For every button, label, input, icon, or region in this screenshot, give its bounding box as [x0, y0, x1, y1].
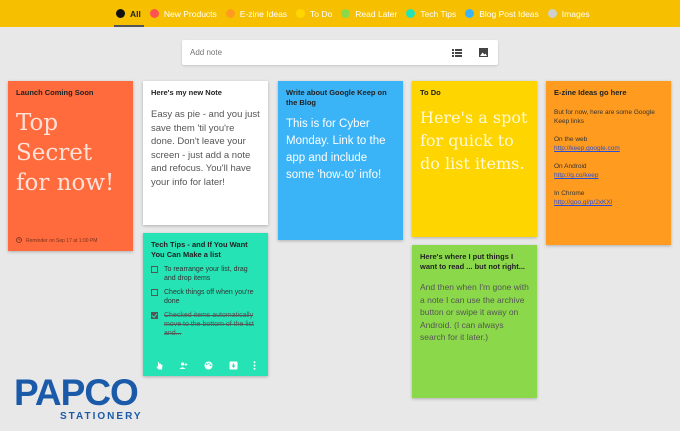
label-chip-tech-tips[interactable]: Tech Tips — [406, 9, 456, 19]
dot-icon — [465, 9, 475, 18]
add-note-input[interactable] — [190, 48, 446, 57]
dot-icon — [547, 9, 557, 18]
note-toolbar — [143, 356, 268, 376]
note-to-do[interactable]: To Do Here's a spot for quick to do list… — [412, 81, 537, 237]
note-read-later[interactable]: Here's where I put things I want to read… — [412, 245, 537, 398]
note-title: Tech Tips - and If You Want You Can Make… — [151, 240, 248, 259]
image-icon[interactable] — [472, 42, 494, 64]
note-title: To Do — [420, 88, 441, 97]
web-link[interactable]: http://keep.google.com — [554, 144, 663, 153]
clock-icon — [16, 237, 22, 245]
checklist-item: Check things off when you're done — [151, 288, 260, 306]
note-body: And then when I'm gone with a note I can… — [420, 282, 529, 342]
chrome-link[interactable]: http://goo.gl/p/2xKXl — [554, 198, 663, 207]
logo-subtitle: STATIONERY — [60, 411, 143, 422]
note-title: E-zine Ideas go here — [554, 88, 627, 97]
web-label: On the web — [554, 136, 588, 143]
reminder: Reminder on Sep 17 at 1:00 PM — [16, 237, 97, 245]
checklist-item: To rearrange your list, drag and drop it… — [151, 265, 260, 283]
list-icon[interactable] — [446, 42, 468, 64]
logo-word: PAPCO — [14, 372, 139, 413]
note-body: This is for Cyber Monday. Link to the ap… — [286, 118, 386, 181]
note-body: Top Secret for now! — [16, 110, 115, 196]
archive-icon[interactable] — [229, 357, 238, 375]
dot-icon — [341, 9, 351, 18]
dot-icon — [149, 9, 159, 18]
label-chip-read-later[interactable]: Read Later — [341, 9, 397, 19]
more-icon[interactable] — [253, 357, 256, 375]
checkbox[interactable] — [151, 289, 158, 296]
note-body: Easy as pie - and you just save them 'ti… — [151, 109, 260, 188]
note-launch-coming-soon[interactable]: Launch Coming Soon Top Secret for now! R… — [8, 81, 133, 251]
label-chip-ezine-ideas[interactable]: E-zine Ideas — [225, 9, 287, 19]
dot-icon — [225, 9, 235, 18]
checkbox[interactable] — [151, 266, 158, 273]
dot-icon — [406, 9, 416, 18]
android-label: On Android — [554, 163, 587, 170]
active-tab-indicator — [114, 25, 144, 27]
dot-icon — [296, 9, 306, 18]
note-ezine-ideas[interactable]: E-zine Ideas go here But for now, here a… — [546, 81, 671, 245]
note-title: Write about Google Keep on the Blog — [286, 88, 387, 107]
note-new-note[interactable]: Here's my new Note Easy as pie - and you… — [143, 81, 268, 225]
note-google-keep-blog[interactable]: Write about Google Keep on the Blog This… — [278, 81, 403, 240]
label-chip-to-do[interactable]: To Do — [296, 9, 332, 19]
label-chip-images[interactable]: Images — [547, 9, 590, 19]
label-chip-blog-post-ideas[interactable]: Blog Post Ideas — [465, 9, 539, 19]
label-chip-all[interactable]: All — [116, 9, 141, 19]
note-tech-tips[interactable]: Tech Tips - and If You Want You Can Make… — [143, 233, 268, 376]
chrome-label: In Chrome — [554, 190, 585, 197]
add-note-bar — [182, 40, 498, 65]
note-intro: But for now, here are some Google Keep l… — [554, 109, 655, 125]
note-title: Launch Coming Soon — [16, 88, 94, 97]
reminder-hand-icon[interactable] — [155, 357, 164, 375]
collaborator-icon[interactable] — [179, 357, 188, 375]
checkbox-checked[interactable] — [151, 312, 158, 319]
palette-icon[interactable] — [204, 357, 213, 375]
note-title: Here's where I put things I want to read… — [420, 252, 525, 271]
papco-logo: PAPCO STATIONERY — [14, 374, 156, 422]
note-body: Here's a spot for quick to do list items… — [420, 108, 528, 173]
dot-icon — [116, 9, 125, 18]
note-title: Here's my new Note — [151, 88, 222, 97]
android-link[interactable]: http://g.co/keep — [554, 171, 663, 180]
label-filter-bar: All New Products E-zine Ideas To Do Read… — [0, 0, 680, 27]
checklist-item: Checked items automatically move to the … — [151, 311, 260, 338]
label-chip-new-products[interactable]: New Products — [149, 9, 217, 19]
